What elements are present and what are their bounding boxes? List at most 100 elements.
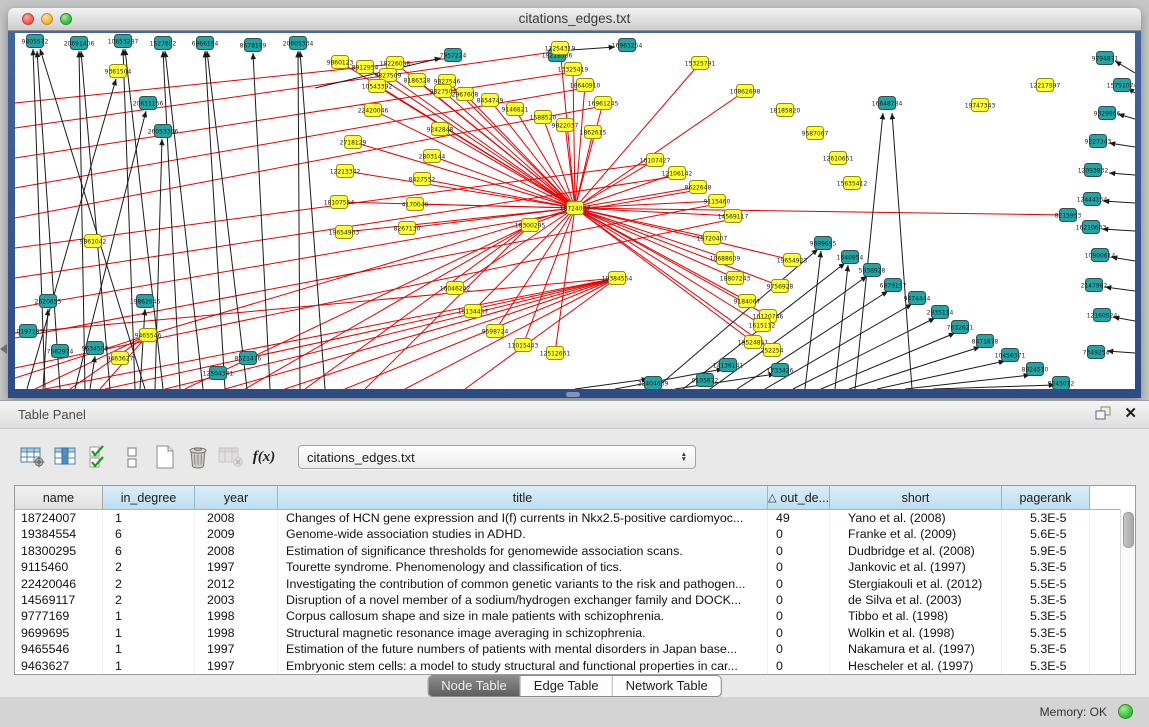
table-row[interactable]: 977716911998Corpus callosum shape and si… [15, 608, 1135, 624]
new-document-button[interactable] [152, 443, 178, 471]
delete-rows-button[interactable] [185, 443, 211, 471]
graph-node[interactable]: 9405572 [22, 35, 49, 48]
tab-network-table[interactable]: Network Table [612, 676, 721, 696]
graph-node[interactable]: 2803144 [419, 150, 446, 163]
graph-node[interactable]: 15325791 [685, 57, 716, 70]
graph-node[interactable]: 9474444 [904, 292, 931, 305]
graph-node[interactable]: 10862698 [730, 85, 761, 98]
graph-node[interactable]: 10653287 [108, 35, 139, 48]
table-selector[interactable]: citations_edges.txt ▲▼ [298, 445, 696, 469]
graph-node[interactable]: 10197183 [15, 325, 43, 338]
select-rows-button[interactable] [86, 443, 112, 471]
graph-node[interactable]: 1862615 [580, 126, 607, 139]
graph-node[interactable]: 252254 [761, 344, 784, 357]
table-row[interactable]: 1872400712008Changes of HCN gene express… [15, 510, 1135, 526]
graph-node[interactable]: 10900614 [1085, 249, 1116, 262]
graph-node[interactable]: 2147982 [1081, 279, 1108, 292]
graph-node[interactable]: 9463627 [107, 352, 134, 365]
graph-node[interactable]: 1640954 [837, 251, 864, 264]
table-row[interactable]: 911546021997Tourette syndrome. Phenomeno… [15, 559, 1135, 575]
graph-node[interactable]: 2935114 [927, 306, 954, 319]
graph-node[interactable]: 9227343 [1085, 135, 1112, 148]
column-selector-button[interactable] [53, 443, 79, 471]
graph-node[interactable]: 9245012 [1048, 377, 1075, 390]
graph-node[interactable]: 8471878 [972, 335, 999, 348]
table-scrollbar[interactable] [1120, 509, 1135, 674]
graph-node[interactable]: 12213342 [330, 165, 361, 178]
graph-node[interactable]: 12444154 [1077, 193, 1108, 206]
graph-node[interactable]: 4170046 [402, 198, 429, 211]
graph-node[interactable]: 19654923 [777, 254, 808, 267]
table-row[interactable]: 2242004622012Investigating the contribut… [15, 576, 1135, 592]
graph-node[interactable]: 2718129 [340, 136, 367, 149]
table-row[interactable]: 946554611997Estimation of the future num… [15, 641, 1135, 657]
column-header-title[interactable]: title [278, 486, 768, 509]
divider-grip[interactable] [566, 392, 580, 397]
graph-node[interactable]: 9756928 [767, 280, 794, 293]
graph-node[interactable]: 7632621 [947, 321, 974, 334]
graph-node[interactable]: 12217997 [1030, 79, 1061, 92]
graph-node[interactable]: 7562974 [47, 345, 74, 358]
graph-node[interactable]: 9634508 [82, 342, 109, 355]
graph-node[interactable]: 6966194 [192, 37, 219, 50]
graph-node[interactable]: 9242848 [427, 123, 454, 136]
table-settings-button[interactable] [20, 443, 46, 471]
table-row[interactable]: 1938455462009Genome-wide association stu… [15, 526, 1135, 542]
zoom-window-button[interactable] [60, 13, 72, 25]
close-panel-icon[interactable]: ✕ [1124, 406, 1137, 421]
column-header-pagerank[interactable]: pagerank [1002, 486, 1090, 509]
graph-node[interactable]: 11015443 [508, 339, 539, 352]
graph-node[interactable]: 10456371 [995, 349, 1026, 362]
graph-node[interactable]: 8267130 [394, 222, 421, 235]
column-header-name[interactable]: name [15, 486, 103, 509]
graph-node[interactable]: 12160524 [1087, 309, 1118, 322]
delete-table-button[interactable] [218, 443, 244, 471]
graph-node[interactable]: 8454749 [477, 94, 504, 107]
graph-node[interactable]: 8427552 [409, 173, 436, 186]
graph-node[interactable]: 15720407 [697, 232, 728, 245]
network-canvas[interactable]: 9405572 20691406 10653287 1527602 6966194 867… [15, 33, 1135, 389]
graph-node[interactable]: 9598724 [482, 325, 509, 338]
graph-node[interactable]: 19862846 [130, 295, 161, 308]
tab-edge-table[interactable]: Edge Table [520, 676, 612, 696]
graph-node[interactable]: 22420046 [358, 104, 389, 117]
column-header-short[interactable]: short [830, 486, 1002, 509]
minimize-window-button[interactable] [41, 13, 53, 25]
graph-node[interactable]: 19747343 [965, 99, 996, 112]
graph-node[interactable]: 2620655 [35, 295, 62, 308]
graph-node[interactable]: 7349254 [1083, 346, 1110, 359]
graph-node[interactable]: 9860123 [327, 56, 354, 69]
graph-node[interactable]: 20691406 [64, 37, 95, 50]
graph-node[interactable]: 1527602 [150, 37, 177, 50]
graph-node[interactable]: 12093832 [1078, 164, 1109, 177]
table-row[interactable]: 969969511998Structural magnetic resonanc… [15, 625, 1135, 641]
column-header-year[interactable]: year [195, 486, 278, 509]
graph-node[interactable]: 12610651 [823, 152, 854, 165]
scrollbar-thumb[interactable] [1123, 512, 1134, 548]
apply-function-button[interactable]: f(x) [251, 443, 277, 471]
graph-node[interactable]: 8924510 [1022, 363, 1049, 376]
column-header-out_de[interactable]: △out_de... [768, 486, 830, 509]
graph-node[interactable]: 9105672 [692, 374, 719, 387]
table-row[interactable]: 1830029562008Estimation of significance … [15, 543, 1135, 559]
graph-node[interactable]: 20605334 [283, 37, 314, 50]
graph-node[interactable]: 9587067 [802, 127, 829, 140]
window-titlebar[interactable]: citations_edges.txt [8, 8, 1141, 31]
graph-node[interactable]: 16046242 [440, 282, 471, 295]
table-row[interactable]: 946362711997Embryonic stem cells: a mode… [15, 658, 1135, 674]
graph-node[interactable]: 9146821 [502, 103, 529, 116]
graph-node[interactable]: 8215953 [1055, 209, 1082, 222]
tab-node-table[interactable]: Node Table [428, 676, 520, 696]
checkbox-list-button[interactable] [119, 443, 145, 471]
graph-node[interactable]: 9329966 [1094, 107, 1121, 120]
graph-node[interactable]: 5938928 [859, 264, 886, 277]
graph-node[interactable]: 22404639 [638, 377, 669, 390]
collapse-panel-handle-icon[interactable] [0, 344, 7, 354]
graph-node[interactable]: 10688609 [710, 252, 741, 265]
graph-node[interactable]: 15751074 [1107, 79, 1135, 92]
graph-node[interactable]: 6879197 [880, 279, 907, 292]
graph-node[interactable]: 12512661 [540, 347, 571, 360]
graph-node[interactable]: 8678189 [240, 39, 267, 52]
graph-node[interactable]: 9794871 [1092, 52, 1119, 65]
graph-node[interactable]: 18226058 [380, 57, 411, 70]
